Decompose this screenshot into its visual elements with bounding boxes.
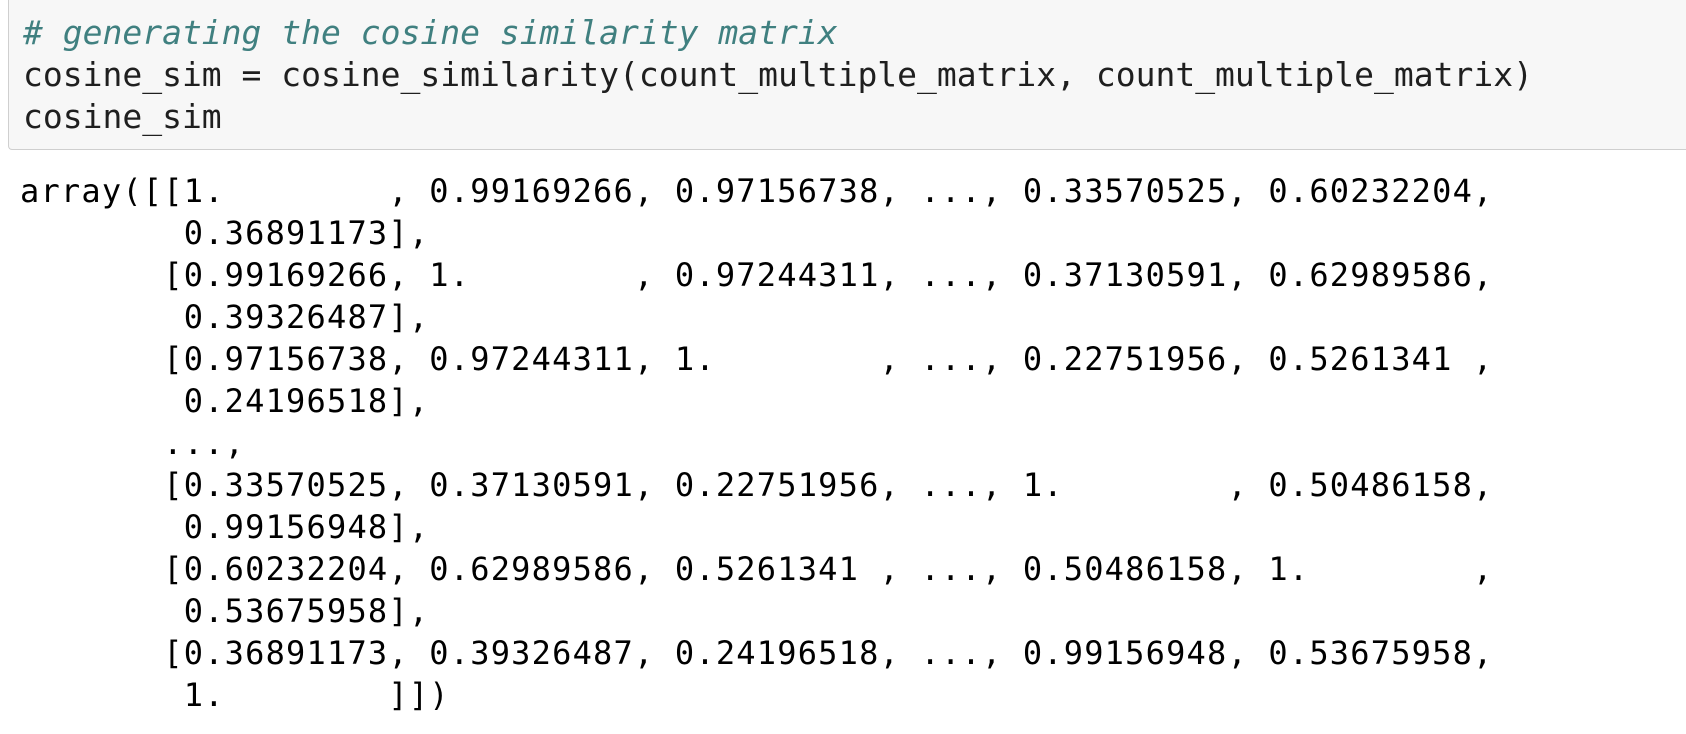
code-editor[interactable]: # generating the cosine similarity matri… [23,12,1533,138]
output-line: array([[1. , 0.99169266, 0.97156738, ...… [20,172,1494,210]
output-line: 1. ]]) [20,676,450,714]
output-line: 0.24196518], [20,382,430,420]
code-comment-line: # generating the cosine similarity matri… [23,13,838,52]
code-output: array([[1. , 0.99169266, 0.97156738, ...… [20,170,1494,716]
output-line: [0.36891173, 0.39326487, 0.24196518, ...… [20,634,1494,672]
output-line: [0.60232204, 0.62989586, 0.5261341 , ...… [20,550,1494,588]
output-line: 0.36891173], [20,214,430,252]
output-line: [0.97156738, 0.97244311, 1. , ..., 0.227… [20,340,1494,378]
output-line: [0.99169266, 1. , 0.97244311, ..., 0.371… [20,256,1494,294]
output-line: 0.53675958], [20,592,430,630]
code-variable-line: cosine_sim [23,97,222,136]
code-assignment-line: cosine_sim = cosine_similarity(count_mul… [23,55,1533,94]
output-line: ..., [20,424,246,462]
output-line: [0.33570525, 0.37130591, 0.22751956, ...… [20,466,1494,504]
code-input-cell[interactable]: # generating the cosine similarity matri… [8,0,1686,150]
output-line: 0.39326487], [20,298,430,336]
output-line: 0.99156948], [20,508,430,546]
